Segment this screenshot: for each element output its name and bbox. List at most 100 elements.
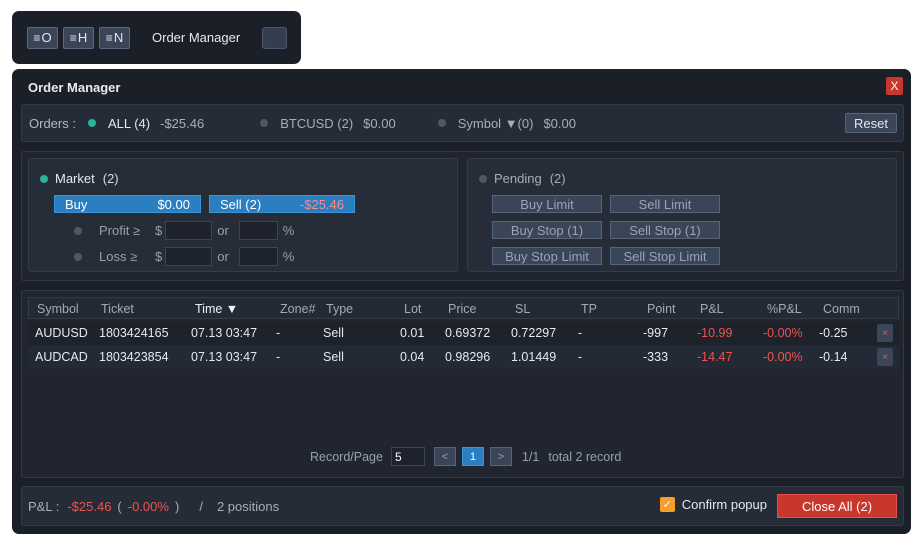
- records-per-page-label: Record/Page: [310, 449, 383, 464]
- currency-symbol: $: [155, 223, 163, 238]
- close-paren: ): [174, 498, 180, 514]
- column-header-sorted[interactable]: Time ▼: [195, 302, 238, 316]
- radio-dot-icon: [260, 119, 269, 127]
- column-header[interactable]: Point: [647, 302, 676, 316]
- profit-percent-input[interactable]: [238, 221, 278, 240]
- confirm-popup-toggle[interactable]: ✓ Confirm popup: [659, 497, 767, 512]
- filter-symbol-name: Symbol ▼(0): [457, 115, 534, 131]
- pending-title: Pending: [494, 171, 542, 186]
- cell-lot: 0.04: [400, 350, 425, 364]
- cell-lot: 0.01: [400, 326, 425, 340]
- pnl-label: P&L :: [28, 498, 60, 514]
- filter-all[interactable]: ALL (4) -$25.46: [87, 116, 204, 131]
- pnl-value: -$25.46: [67, 498, 112, 514]
- loss-amount-input[interactable]: [165, 247, 213, 266]
- cell-type: Sell: [323, 350, 344, 364]
- profit-amount-input[interactable]: [165, 221, 213, 240]
- order-manager-window: Order Manager X Orders : ALL (4) -$25.46…: [12, 69, 911, 534]
- cell-pnl: -10.99: [697, 326, 733, 340]
- filter-btcusd-value: $0.00: [363, 115, 396, 131]
- close-order-icon[interactable]: ×: [877, 324, 893, 342]
- pnl-percent: -0.00%: [127, 498, 169, 514]
- loss-row: Loss ≥ $ or %: [74, 247, 294, 266]
- buy-value: $0.00: [157, 196, 190, 212]
- pending-header[interactable]: Pending (2): [479, 171, 566, 186]
- filter-btcusd[interactable]: BTCUSD (2) $0.00: [260, 116, 396, 131]
- cell-zone: -: [276, 350, 281, 364]
- close-all-button[interactable]: Close All (2): [777, 494, 897, 518]
- records-per-page-input[interactable]: [390, 447, 425, 466]
- cell-point: -333: [643, 350, 669, 364]
- menu-lines-icon: ≡: [105, 30, 113, 45]
- sell-stop-button[interactable]: Sell Stop (1): [610, 221, 720, 239]
- cell-point: -997: [643, 326, 669, 340]
- radio-dot-icon[interactable]: [74, 226, 82, 235]
- sell-limit-button[interactable]: Sell Limit: [610, 195, 720, 213]
- radio-dot-icon[interactable]: [74, 252, 82, 261]
- cell-time: 07.13 03:47: [191, 326, 258, 340]
- confirm-popup-label: Confirm popup: [681, 497, 767, 512]
- column-header[interactable]: Type: [326, 302, 353, 316]
- close-order-icon[interactable]: ×: [877, 348, 893, 366]
- window-title: Order Manager: [28, 80, 121, 95]
- close-window-button[interactable]: X: [886, 77, 903, 95]
- column-header[interactable]: P&L: [700, 302, 724, 316]
- next-page-button[interactable]: >: [489, 447, 512, 466]
- column-header[interactable]: Comm: [823, 302, 860, 316]
- cell-ticket: 1803424165: [99, 326, 169, 340]
- radio-dot-icon: [479, 174, 487, 183]
- column-header[interactable]: Symbol: [37, 302, 79, 316]
- filter-symbol[interactable]: Symbol ▼(0) $0.00: [437, 115, 576, 131]
- currency-symbol: $: [155, 249, 163, 264]
- percent-symbol: %: [282, 223, 295, 238]
- column-header[interactable]: Lot: [404, 302, 421, 316]
- new-order-button[interactable]: ≡ N: [99, 26, 130, 49]
- cell-tp: -: [578, 350, 583, 364]
- pending-count: (2): [549, 171, 566, 186]
- percent-symbol: %: [282, 249, 295, 264]
- table-row[interactable]: AUDUSD 1803424165 07.13 03:47 - Sell 0.0…: [28, 322, 899, 345]
- checkbox-checked-icon[interactable]: ✓: [659, 497, 675, 512]
- column-header[interactable]: Zone#: [280, 302, 315, 316]
- orders-filter-bar: Orders : ALL (4) -$25.46 BTCUSD (2) $0.0…: [21, 104, 904, 142]
- prev-page-button[interactable]: <: [433, 447, 456, 466]
- market-buy-button[interactable]: Buy $0.00: [54, 195, 201, 213]
- order-manager-toolbar: ≡ O ≡ H ≡ N Order Manager: [12, 11, 301, 64]
- sell-label: Sell (2): [220, 196, 262, 212]
- toggle-square-button[interactable]: [262, 26, 288, 49]
- column-header[interactable]: %P&L: [767, 302, 802, 316]
- page-info: 1/1: [521, 449, 540, 464]
- open-paren: (: [117, 498, 122, 514]
- market-title: Market: [55, 171, 95, 186]
- column-header[interactable]: SL: [515, 302, 530, 316]
- footer-bar: P&L : -$25.46 ( -0.00% ) / 2 positions ✓…: [21, 486, 904, 526]
- open-orders-button[interactable]: ≡ O: [27, 26, 58, 49]
- radio-dot-icon: [437, 119, 446, 127]
- buy-limit-button[interactable]: Buy Limit: [492, 195, 602, 213]
- buy-stop-button[interactable]: Buy Stop (1): [492, 221, 602, 239]
- cell-pnl: -14.47: [697, 350, 733, 364]
- market-sell-button[interactable]: Sell (2) -$25.46: [209, 195, 355, 213]
- profit-label: Profit ≥: [99, 223, 141, 238]
- orders-table: Symbol Ticket Time ▼ Zone# Type Lot Pric…: [21, 290, 904, 478]
- loss-percent-input[interactable]: [238, 247, 278, 266]
- column-header[interactable]: Ticket: [101, 302, 134, 316]
- market-count: (2): [102, 171, 119, 186]
- table-row[interactable]: AUDCAD 1803423854 07.13 03:47 - Sell 0.0…: [28, 346, 899, 369]
- sell-stop-limit-button[interactable]: Sell Stop Limit: [610, 247, 720, 265]
- column-header[interactable]: Price: [448, 302, 476, 316]
- cell-sl: 0.72297: [511, 326, 557, 340]
- history-button[interactable]: ≡ H: [63, 26, 94, 49]
- cell-sl: 1.01449: [511, 350, 557, 364]
- open-orders-label: O: [41, 30, 52, 45]
- filter-symbol-value: $0.00: [543, 115, 576, 131]
- buy-stop-limit-button[interactable]: Buy Stop Limit: [492, 247, 602, 265]
- separator: /: [199, 498, 203, 514]
- market-header[interactable]: Market (2): [40, 171, 119, 186]
- column-header[interactable]: TP: [581, 302, 597, 316]
- reset-button[interactable]: Reset: [845, 113, 897, 133]
- positions-count: 2 positions: [216, 498, 280, 514]
- page-1-button[interactable]: 1: [461, 447, 484, 466]
- radio-dot-icon: [87, 119, 96, 127]
- pagination: Record/Page < 1 > 1/1 total 2 record: [310, 447, 621, 466]
